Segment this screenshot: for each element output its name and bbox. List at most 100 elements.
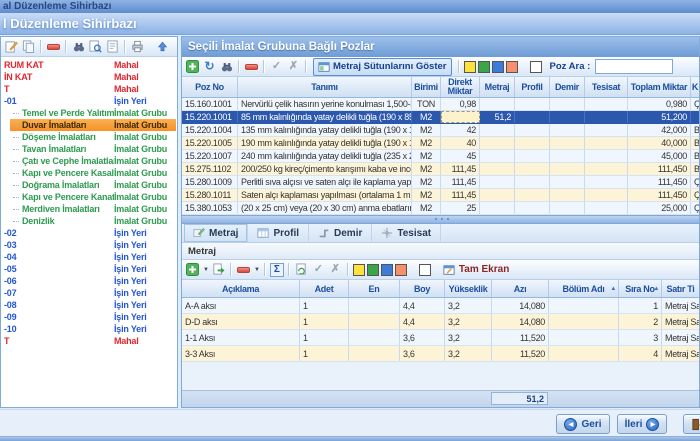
metraj-table-row[interactable]: 1-1 Aksı 1 3,6 3,2 11,520 3 Metraj Sa	[182, 330, 699, 346]
tree-item[interactable]: -07 İşin Yeri	[1, 287, 177, 299]
horizontal-splitter[interactable]	[182, 215, 699, 224]
show-metraj-columns-button[interactable]: Metraj Sütunlarını Göster	[313, 58, 452, 76]
metraj-table-row[interactable]: 3-3 Aksı 1 3,6 3,2 11,520 4 Metraj Sa	[182, 346, 699, 362]
tree-item[interactable]: T Mahal	[1, 83, 177, 95]
exit-button[interactable]	[683, 414, 700, 434]
preview-icon[interactable]	[88, 39, 103, 54]
tree-item[interactable]: Temel ve Perde Yalıtımı İmalat Grubu	[1, 107, 177, 119]
tree-item[interactable]: -02 İşin Yeri	[1, 227, 177, 239]
poz-table-row[interactable]: 15.275.1102 200/250 kg kireç/çimento kar…	[182, 163, 699, 176]
tab-metraj[interactable]: Metraj	[184, 224, 248, 242]
color-swatch-yellow[interactable]	[353, 264, 365, 276]
tree-item[interactable]: Merdiven İmalatları İmalat Grubu	[1, 203, 177, 215]
print-icon[interactable]	[130, 39, 145, 54]
color-swatch-blue[interactable]	[492, 61, 504, 73]
poz-table-row[interactable]: 15.220.1001 85 mm kalınlığında yatay del…	[182, 111, 699, 124]
tree-item[interactable]: -08 İşin Yeri	[1, 299, 177, 311]
color-swatch-green[interactable]	[478, 61, 490, 73]
confirm-metraj-icon[interactable]: ✓	[311, 262, 326, 277]
tree-item[interactable]: -03 İşin Yeri	[1, 239, 177, 251]
tab-tesisat[interactable]: Tesisat	[372, 224, 441, 242]
col-yukseklik[interactable]: Yükseklik	[445, 280, 492, 297]
poz-search-input[interactable]	[595, 59, 673, 74]
poz-table-row[interactable]: 15.220.1004 135 mm kalınlığında yatay de…	[182, 124, 699, 137]
import-rows-icon[interactable]	[211, 262, 226, 277]
refresh-icon[interactable]: ↻	[202, 59, 217, 74]
tree-item[interactable]: Duvar İmalatları İmalat Grubu	[1, 119, 177, 131]
tree-item[interactable]: İN KAT Mahal	[1, 71, 177, 83]
add-metraj-icon[interactable]	[185, 262, 200, 277]
col-demir[interactable]: Demir	[550, 77, 585, 97]
window-titlebar[interactable]: al Düzenleme Sihirbazı	[0, 0, 700, 13]
color-swatch-blue[interactable]	[381, 264, 393, 276]
back-button[interactable]: ◀ Geri	[556, 414, 610, 434]
col-metraj[interactable]: Metraj	[480, 77, 515, 97]
tam-ekran-button[interactable]: Tam Ekran	[443, 264, 509, 276]
next-button[interactable]: İleri ▶	[617, 414, 667, 434]
col-boy[interactable]: Boy	[400, 280, 445, 297]
col-profil[interactable]: Profil	[515, 77, 550, 97]
poz-table-row[interactable]: 15.160.1001 Nervürlü çelik hasırın yerin…	[182, 98, 699, 111]
remove-icon[interactable]	[46, 39, 61, 54]
col-birim[interactable]: Birimi	[412, 77, 441, 97]
col-aciklama[interactable]: Açıklama	[182, 280, 300, 297]
col-azi[interactable]: Azı	[492, 280, 549, 297]
tree-item[interactable]: Doğrama İmalatları İmalat Grubu	[1, 179, 177, 191]
metraj-table-row[interactable]: D-D aksı 1 4,4 3,2 14,080 2 Metraj Sa	[182, 314, 699, 330]
tree-item[interactable]: -01 İşin Yeri	[1, 95, 177, 107]
col-sira-no[interactable]: Sıra No ▲	[619, 280, 662, 297]
tree-item[interactable]: -10 İşin Yeri	[1, 323, 177, 335]
tree-item[interactable]: -05 İşin Yeri	[1, 263, 177, 275]
col-adet[interactable]: Adet	[300, 280, 349, 297]
tree-item[interactable]: RUM KAT Mahal	[1, 59, 177, 71]
color-swatch-white[interactable]	[530, 61, 542, 73]
col-en[interactable]: En	[349, 280, 400, 297]
tree-item[interactable]: -06 İşin Yeri	[1, 275, 177, 287]
col-poz-no[interactable]: Poz No	[182, 77, 238, 97]
confirm-icon[interactable]: ✓	[269, 59, 284, 74]
copy-icon[interactable]	[21, 39, 36, 54]
find-poz-icon[interactable]	[219, 59, 234, 74]
col-tesisat[interactable]: Tesisat	[585, 77, 628, 97]
recalc-icon[interactable]	[294, 262, 309, 277]
poz-table-row[interactable]: 15.380.1053 (20 x 25 cm) veya (20 x 30 c…	[182, 202, 699, 215]
cancel-metraj-icon[interactable]: ✗	[328, 262, 343, 277]
poz-table-row[interactable]: 15.280.1009 Perlitli sıva alçısı ve sate…	[182, 176, 699, 189]
poz-table-row[interactable]: 15.220.1005 190 mm kalınlığında yatay de…	[182, 137, 699, 150]
tree-item[interactable]: Kapı ve Pencere Kasaları İmalat Grubu	[1, 167, 177, 179]
color-swatch-orange[interactable]	[395, 264, 407, 276]
col-bolum-adi[interactable]: Bölüm Adı ▲	[549, 280, 619, 297]
move-up-icon[interactable]	[155, 39, 170, 54]
poz-table-row[interactable]: 15.220.1007 240 mm kalınlığında yatay de…	[182, 150, 699, 163]
tab-profil[interactable]: Profil	[248, 224, 309, 242]
find-icon[interactable]	[71, 39, 86, 54]
remove-dropdown-icon[interactable]: ▼	[254, 267, 260, 273]
color-swatch-green[interactable]	[367, 264, 379, 276]
tree-item[interactable]: -09 İşin Yeri	[1, 311, 177, 323]
tree-item[interactable]: Döşeme İmalatları İmalat Grubu	[1, 131, 177, 143]
sum-sigma-icon[interactable]: Σ	[270, 263, 284, 277]
color-swatch-white[interactable]	[419, 264, 431, 276]
color-swatch-yellow[interactable]	[464, 61, 476, 73]
add-poz-icon[interactable]	[185, 59, 200, 74]
col-toplam-miktar[interactable]: Toplam Miktar	[628, 77, 691, 97]
col-tanim[interactable]: Tanımı	[238, 77, 412, 97]
tree-item[interactable]: Çatı ve Cephe İmalatları İmalat Grubu	[1, 155, 177, 167]
metraj-table-row[interactable]: A-A aksı 1 4,4 3,2 14,080 1 Metraj Sa	[182, 298, 699, 314]
tree-item[interactable]: T Mahal	[1, 335, 177, 347]
col-direkt-miktar[interactable]: Direkt Miktar	[441, 77, 480, 97]
tree-item[interactable]: Kapı ve Pencere Kanatları İmalat Grubu	[1, 191, 177, 203]
add-dropdown-icon[interactable]: ▼	[203, 267, 209, 273]
remove-metraj-icon[interactable]	[236, 262, 251, 277]
tree-item[interactable]: Denizlik İmalat Grubu	[1, 215, 177, 227]
col-satir-tipi[interactable]: Satır Ti	[662, 280, 699, 297]
edit-icon[interactable]	[4, 39, 19, 54]
poz-table-row[interactable]: 15.280.1011 Saten alçı kaplaması yapılma…	[182, 189, 699, 202]
tree-item[interactable]: Tavan İmalatları İmalat Grubu	[1, 143, 177, 155]
cancel-icon[interactable]: ✗	[286, 59, 301, 74]
color-swatch-orange[interactable]	[506, 61, 518, 73]
col-k[interactable]: K	[691, 77, 699, 97]
tab-demir[interactable]: Demir	[309, 224, 372, 242]
tree-item[interactable]: -04 İşin Yeri	[1, 251, 177, 263]
document-icon[interactable]	[105, 39, 120, 54]
